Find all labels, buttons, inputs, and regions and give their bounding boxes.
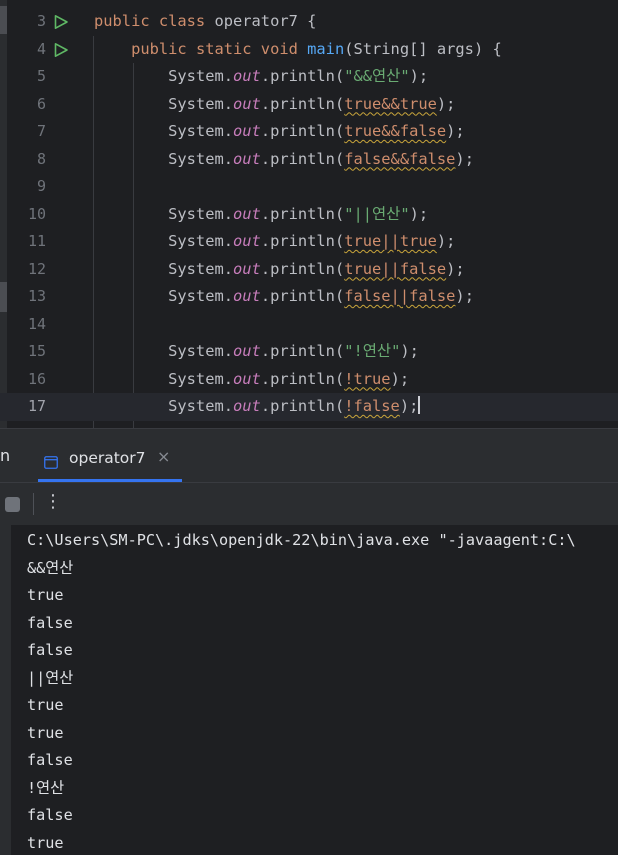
line-number: 8 (7, 146, 46, 174)
console-line: true (27, 692, 64, 720)
run-tab-bar: n operator7 × (0, 429, 618, 483)
code-text: public class operator7 { (94, 8, 316, 36)
code-line[interactable]: 17 System.out.println(!false); (0, 393, 618, 421)
code-text: System.out.println(true&&false); (94, 118, 465, 146)
code-text: System.out.println(!true); (94, 366, 409, 394)
tab-operator7[interactable]: operator7 × (38, 437, 182, 482)
line-number: 11 (7, 228, 46, 256)
tab-label: operator7 (69, 449, 146, 467)
active-tab-underline (38, 479, 182, 482)
console-gutter (0, 525, 11, 855)
code-text: System.out.println(!false); (94, 393, 420, 421)
line-number: 16 (7, 366, 46, 394)
code-line[interactable]: 14 (0, 311, 618, 339)
toolbar-separator (33, 493, 34, 515)
line-number: 7 (7, 118, 46, 146)
code-text: System.out.println(true||true); (94, 228, 455, 256)
more-options-icon[interactable]: ⋮ (44, 491, 62, 512)
run-toolbar: ⋮ (0, 483, 618, 525)
code-line[interactable]: 8 System.out.println(false&&false); (0, 146, 618, 174)
code-text: System.out.println(true&&true); (94, 91, 455, 119)
code-text: System.out.println("!연산"); (94, 338, 419, 366)
console-line: false (27, 637, 73, 665)
code-line[interactable]: 9 (0, 173, 618, 201)
line-number: 14 (7, 311, 46, 339)
console-line: false (27, 802, 73, 830)
text-caret (418, 396, 420, 414)
console-line: ||연산 (27, 665, 73, 693)
console-output[interactable]: C:\Users\SM-PC\.jdks\openjdk-22\bin\java… (0, 525, 618, 855)
code-text: System.out.println(false||false); (94, 283, 474, 311)
run-gutter-icon[interactable] (53, 14, 69, 30)
line-number: 12 (7, 256, 46, 284)
console-line: false (27, 747, 73, 775)
line-number: 10 (7, 201, 46, 229)
code-text: public static void main(String[] args) { (94, 36, 502, 64)
code-line[interactable]: 3 public class operator7 { (0, 8, 618, 36)
code-line[interactable]: 4 public static void main(String[] args)… (0, 36, 618, 64)
code-line[interactable]: 6 System.out.println(true&&true); (0, 91, 618, 119)
line-number: 17 (7, 393, 46, 421)
code-line[interactable]: 12 System.out.println(true||false); (0, 256, 618, 284)
run-tool-window: n operator7 × ⋮ C:\Users\SM-PC\.jdks\ope… (0, 428, 618, 855)
code-line[interactable]: 16 System.out.println(!true); (0, 366, 618, 394)
line-number: 3 (7, 8, 46, 36)
code-text: System.out.println(false&&false); (94, 146, 474, 174)
line-number: 5 (7, 63, 46, 91)
code-text: System.out.println(true||false); (94, 256, 465, 284)
stop-icon[interactable] (5, 497, 20, 512)
code-line[interactable]: 15 System.out.println("!연산"); (0, 338, 618, 366)
line-number: 4 (7, 36, 46, 64)
code-line[interactable]: 7 System.out.println(true&&false); (0, 118, 618, 146)
console-line: true (27, 720, 64, 748)
code-editor[interactable]: 3public class operator7 {4 public static… (0, 0, 618, 428)
console-line: C:\Users\SM-PC\.jdks\openjdk-22\bin\java… (27, 527, 576, 555)
line-number: 9 (7, 173, 46, 201)
console-line: false (27, 610, 73, 638)
code-line[interactable]: 10 System.out.println("||연산"); (0, 201, 618, 229)
close-tab-icon[interactable]: × (157, 447, 170, 466)
line-number: 15 (7, 338, 46, 366)
code-line[interactable]: 5 System.out.println("&&연산"); (0, 63, 618, 91)
code-text: System.out.println("||연산"); (94, 201, 428, 229)
console-line: &&연산 (27, 555, 73, 583)
console-line: true (27, 830, 64, 855)
console-line: !연산 (27, 775, 64, 803)
line-number: 13 (7, 283, 46, 311)
code-line[interactable]: 13 System.out.println(false||false); (0, 283, 618, 311)
line-number: 6 (7, 91, 46, 119)
code-line[interactable]: 11 System.out.println(true||true); (0, 228, 618, 256)
code-text: System.out.println("&&연산"); (94, 63, 428, 91)
console-line: true (27, 582, 64, 610)
run-tab-label-clipped[interactable]: n (0, 446, 10, 465)
console-window-icon (44, 456, 58, 469)
run-gutter-icon[interactable] (53, 42, 69, 58)
